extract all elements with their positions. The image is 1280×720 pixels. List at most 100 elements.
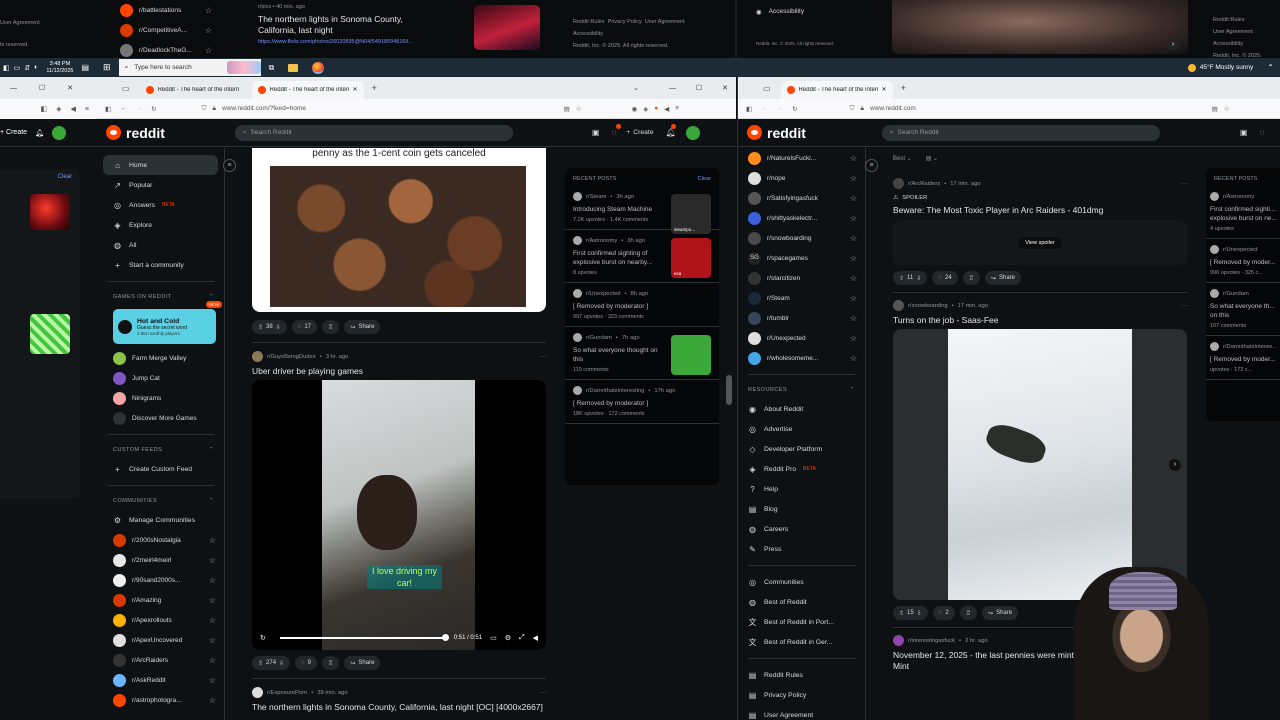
toolbar-icon[interactable]: ◧ <box>41 105 48 113</box>
award-button[interactable]: ♖ <box>962 271 980 285</box>
star-icon[interactable]: ☆ <box>209 536 216 545</box>
star-icon[interactable]: ☆ <box>209 636 216 645</box>
community-item[interactable]: r/ArcRaiders ☆ <box>103 650 224 670</box>
downvote-icon[interactable]: ⇩ <box>917 610 922 617</box>
subreddit-name[interactable]: r/snowboarding <box>908 303 948 309</box>
recent-post-sub[interactable]: r/Damnthatsinteres... <box>1223 344 1277 350</box>
tray-icon[interactable]: ⇵ <box>24 64 30 72</box>
taskbar-weather[interactable]: 45°F Mostly sunny <box>1187 63 1253 72</box>
firefox-icon[interactable] <box>312 61 325 74</box>
footer-link[interactable]: Reddit Rules <box>573 19 605 25</box>
forward-icon[interactable]: → <box>136 105 143 112</box>
community-item[interactable]: r/Amazing ☆ <box>103 590 224 610</box>
community-item[interactable]: r/90sand2000s... ☆ <box>103 570 224 590</box>
tray-icon[interactable]: ◧ <box>3 64 10 72</box>
chevron-right-icon[interactable]: › <box>1167 39 1179 51</box>
top-community-item[interactable]: r/battlestations ☆ <box>110 0 220 20</box>
tab-overview-icon[interactable]: ▭ <box>122 84 130 93</box>
top-post-title[interactable]: The northern lights in Sonoma County, Ca… <box>258 14 438 36</box>
star-icon[interactable]: ☆ <box>209 556 216 565</box>
subreddit-avatar[interactable] <box>893 178 904 189</box>
share-button[interactable]: ↪ Share <box>984 271 1021 285</box>
community-item[interactable]: r/Unexpected ☆ <box>738 328 865 348</box>
resource-item[interactable]: ◍ Careers <box>738 519 865 539</box>
close-tab-icon[interactable]: ✕ <box>353 86 358 93</box>
sidebar-item-explore[interactable]: ◈ Explore <box>103 215 224 235</box>
new-tab-icon[interactable]: + <box>901 83 906 93</box>
share-button[interactable]: ↪ Share <box>344 320 381 334</box>
subreddit-avatar[interactable] <box>893 635 904 646</box>
recent-post-thumbnail[interactable] <box>671 335 711 375</box>
page-scrollbar[interactable] <box>726 375 732 405</box>
more-options-icon[interactable]: ··· <box>1181 181 1187 187</box>
community-item[interactable]: r/2000sNostalgia ☆ <box>103 530 224 550</box>
sidebar-item-home[interactable]: ⌂ Home <box>103 155 218 175</box>
more-options-icon[interactable]: ··· <box>540 354 546 360</box>
community-item[interactable]: r/tumblr ☆ <box>738 308 865 328</box>
communities-header[interactable]: COMMUNITIES ⌃ <box>103 492 224 510</box>
recent-post-thumbnail[interactable]: steampo... <box>671 194 711 234</box>
star-icon[interactable]: ☆ <box>205 6 212 15</box>
minimize-icon[interactable]: — <box>669 85 676 92</box>
view-spoiler-button[interactable]: View spoiler <box>1018 236 1062 249</box>
recent-post[interactable]: r/Damnthatsinteresting • 17h ago[ Removed … <box>565 380 719 424</box>
resources-header[interactable]: RESOURCES ⌃ <box>738 381 865 399</box>
star-icon[interactable]: ☆ <box>850 234 857 243</box>
sort-dropdown[interactable]: Best ⌄ <box>893 155 912 162</box>
vote-button[interactable]: ⇧ 38 ⇩ <box>252 320 287 334</box>
maximize-icon[interactable]: ☐ <box>39 84 45 92</box>
left-create-button[interactable]: + Create <box>0 129 27 136</box>
upvote-icon[interactable]: ⇧ <box>899 275 904 282</box>
url-field[interactable]: ⛉ 🔒︎ www.reddit.com/?feed=home ▤ ☆ <box>202 105 582 113</box>
back-icon[interactable]: ← <box>761 105 768 112</box>
sidebar-item-popular[interactable]: ↗ Popular <box>103 175 224 195</box>
sidebar-item-all[interactable]: ◍ All <box>103 235 224 255</box>
rpost1-title[interactable]: Beware: The Most Toxic Player in Arc Rai… <box>893 205 1187 215</box>
comments-button[interactable]: ◌ 24 <box>932 271 958 285</box>
extension-icon[interactable]: ◉ <box>632 105 638 113</box>
recent-post[interactable]: r/Steam • 3h ago Introducing Steam Machine 7… <box>565 186 719 234</box>
rpost2-image[interactable]: › <box>893 329 1187 600</box>
recent-post-sub[interactable]: r/Damnthatsinteresting <box>586 388 644 394</box>
footer-link[interactable]: Accessibility <box>1213 38 1262 50</box>
vote-button[interactable]: ⇧ 274 ⇩ <box>252 656 291 670</box>
downvote-icon[interactable]: ⇩ <box>276 324 281 331</box>
resource-item[interactable]: ▤ Blog <box>738 499 865 519</box>
tab-list-icon[interactable]: ⌄ <box>633 84 639 92</box>
share-button[interactable]: ↪ Share <box>344 656 381 670</box>
upvote-icon[interactable]: ⇧ <box>258 324 263 331</box>
create-custom-feed[interactable]: + Create Custom Feed <box>103 459 224 479</box>
custom-feeds-header[interactable]: CUSTOM FEEDS ⌃ <box>103 441 224 459</box>
community-item[interactable]: r/nope ☆ <box>738 168 865 188</box>
subreddit-name[interactable]: r/GuysBeingDudes <box>267 354 316 360</box>
community-item[interactable]: r/snowboarding ☆ <box>738 228 865 248</box>
recent-post[interactable]: r/Gundam • 7h ago So what everyone thought … <box>565 327 719 380</box>
recent-post-title[interactable]: First confirmed sighti... explosive burs… <box>1210 205 1280 223</box>
close-icon[interactable]: ✕ <box>67 84 73 92</box>
more-link-item[interactable]: 文 Best of Reddit in Ger... <box>738 632 865 652</box>
comments-button[interactable]: ◌ 17 <box>291 320 318 334</box>
reload-icon[interactable]: ↻ <box>792 105 797 113</box>
more-link-item[interactable]: ◎ Communities <box>738 572 865 592</box>
reader-icon[interactable]: ▤ <box>564 105 570 113</box>
left-clear-button[interactable]: Clear <box>58 174 72 180</box>
star-icon[interactable]: ☆ <box>209 616 216 625</box>
rpost2-title[interactable]: Turns on the job - Saas-Fee <box>893 315 1187 325</box>
browser-tab[interactable]: Reddit - The heart of the intern <box>140 81 252 99</box>
award-button[interactable]: ♖ <box>959 606 978 620</box>
subreddit-avatar[interactable] <box>893 300 904 311</box>
left-recent-thumb[interactable] <box>30 194 70 230</box>
game-card-hot-and-cold[interactable]: Hot and Cold Guess the secret word 2.8M mo… <box>113 301 222 344</box>
vote-button[interactable]: ⇧ 15 ⇩ <box>893 606 928 620</box>
post3-title[interactable]: The northern lights in Sonoma County, Ca… <box>252 702 546 713</box>
resource-item[interactable]: ◎ Advertise <box>738 419 865 439</box>
taskbar-clock[interactable]: 3:48 PM 11/12/2025 <box>46 61 73 75</box>
video-player[interactable]: I love driving my car! ↻ 0:51 / 0:51 ▭ ⚙… <box>252 380 546 650</box>
top-post-link[interactable]: https://www.flickr.com/photos/26020895@N… <box>258 39 458 45</box>
star-icon[interactable]: ☆ <box>850 194 857 203</box>
resource-item[interactable]: ◉ About Reddit <box>738 399 865 419</box>
view-toggle-icon[interactable]: ▤ ⌄ <box>926 155 938 162</box>
subreddit-name[interactable]: r/ArcRaiders <box>908 181 940 187</box>
post2-title[interactable]: Uber driver be playing games <box>252 366 546 376</box>
star-icon[interactable]: ☆ <box>850 274 857 283</box>
